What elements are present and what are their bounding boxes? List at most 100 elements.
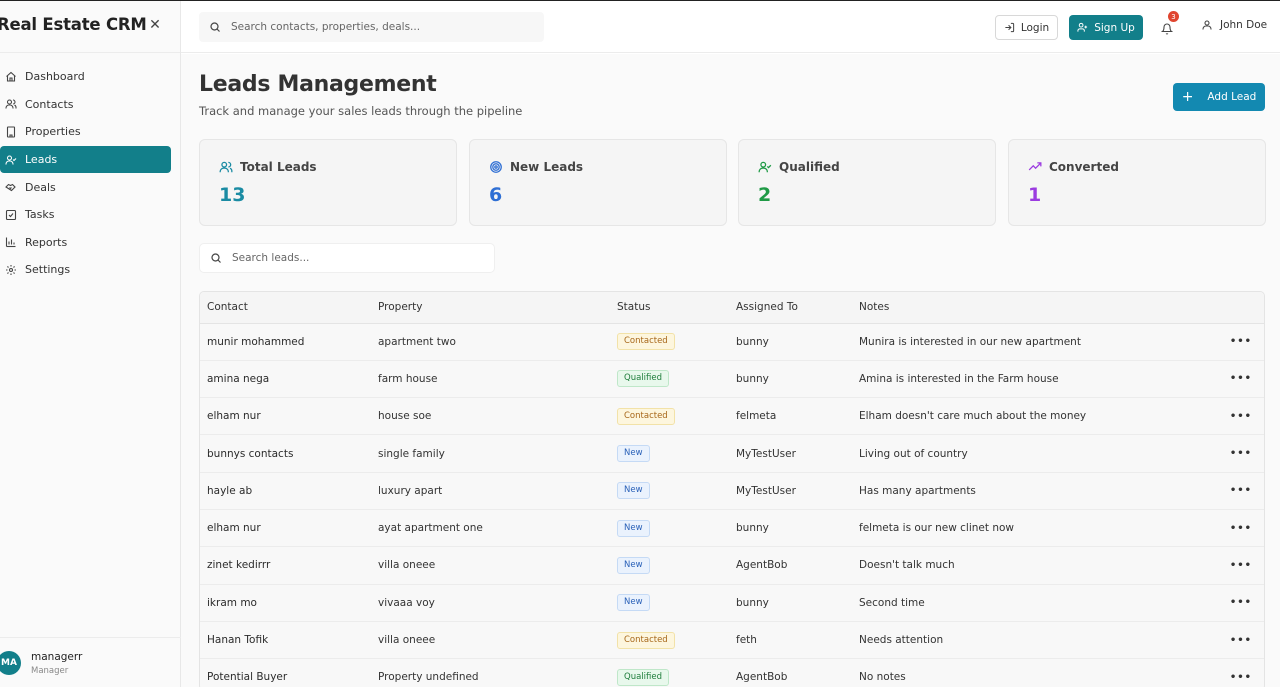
cell-contact: munir mohammed [200,323,371,361]
stat-card-new-leads: New Leads 6 [469,139,727,226]
building-icon [4,125,17,138]
cell-property: luxury apart [371,472,610,510]
bar-chart-icon [4,236,17,249]
search-icon [210,22,220,32]
cell-status: Contacted [610,397,729,436]
more-actions-icon[interactable]: ••• [1212,472,1264,510]
cell-notes: Elham doesn't care much about the money [852,397,1212,436]
status-badge: New [617,482,650,500]
cell-status: New [610,509,729,548]
cell-status: New [610,472,729,510]
stat-card-qualified: Qualified 2 [738,139,996,226]
cell-contact: amina nega [200,360,371,399]
stat-card-total-leads: Total Leads 13 [199,139,457,226]
stat-value: 13 [219,184,246,206]
more-actions-icon[interactable]: ••• [1212,584,1264,622]
column-header-assigned[interactable]: Assigned To [729,292,852,324]
sidebar-item-leads[interactable]: Leads [0,145,171,174]
login-icon [1005,22,1014,33]
signup-label: Sign Up [1094,21,1135,34]
table-row[interactable]: hayle ab luxury apart New MyTestUser Has man… [200,472,1264,510]
leads-table: Contact Property Status Assigned To Note… [199,291,1265,687]
cell-status: Qualified [610,658,729,687]
column-header-status[interactable]: Status [610,292,729,324]
cell-assigned: AgentBob [729,546,852,585]
sidebar-item-label: Settings [25,263,71,277]
cell-property: Property undefined [371,658,610,687]
login-button[interactable]: Login [995,15,1058,40]
checkbox-icon [4,208,17,221]
add-lead-button[interactable]: + Add Lead [1173,83,1265,111]
sidebar-item-dashboard[interactable]: Dashboard [0,63,171,91]
topbar: Login Sign Up 3 John Doe [0,0,1280,53]
sidebar-item-tasks[interactable]: Tasks [0,201,171,229]
more-actions-icon[interactable]: ••• [1212,323,1264,361]
table-row[interactable]: elham nur ayat apartment one New bunny felme… [200,509,1264,548]
cell-assigned: bunny [729,360,852,399]
table-row[interactable]: elham nur house soe Contacted felmeta Elham … [200,397,1264,436]
add-lead-label: Add Lead [1207,91,1257,103]
cell-contact: bunnys contacts [200,434,371,473]
cell-property: house soe [371,397,610,436]
close-icon[interactable]: ✕ [148,18,162,32]
gear-icon [4,263,17,276]
stat-value: 6 [489,184,503,206]
sidebar-item-settings[interactable]: Settings [0,256,171,284]
status-badge: New [617,519,650,537]
sidebar-item-label: Contacts [25,97,74,111]
column-header-actions [1212,292,1264,324]
sidebar-item-contacts[interactable]: Contacts [0,91,171,119]
sidebar-item-label: Deals [25,180,56,194]
more-actions-icon[interactable]: ••• [1212,360,1264,399]
cell-notes: Needs attention [852,621,1212,660]
sidebar-nav: Dashboard Contacts Properties Leads Deals Tas… [0,63,181,284]
cell-assigned: felmeta [729,397,852,436]
users-icon [4,98,17,111]
cell-notes: Second time [852,584,1212,622]
table-header-row: Contact Property Status Assigned To Note… [200,292,1264,324]
cell-contact: Hanan Tofik [200,621,371,660]
login-label: Login [1020,21,1050,34]
user-name: managerr [31,651,83,663]
sidebar-item-reports[interactable]: Reports [0,229,171,257]
status-badge: Contacted [617,407,675,425]
more-actions-icon[interactable]: ••• [1212,621,1264,660]
status-badge: New [617,594,650,612]
table-row[interactable]: bunnys contacts single family New MyTestUse… [200,434,1264,473]
more-actions-icon[interactable]: ••• [1212,509,1264,548]
user-menu[interactable]: John Doe [1201,19,1267,31]
sidebar-item-label: Tasks [25,208,55,222]
more-actions-icon[interactable]: ••• [1212,546,1264,585]
leads-search [199,243,495,273]
cell-contact: zinet kedirrr [200,546,371,585]
avatar: MA [0,651,21,675]
leads-search-input[interactable] [232,252,492,264]
global-search-input[interactable] [231,21,531,33]
column-header-property[interactable]: Property [371,292,610,324]
cell-assigned: MyTestUser [729,472,852,510]
notification-badge: 3 [1168,11,1179,22]
sidebar-item-deals[interactable]: Deals [0,173,171,201]
cell-contact: hayle ab [200,472,371,510]
user-menu-name: John Doe [1220,19,1268,31]
status-badge: New [617,445,650,463]
table-row[interactable]: Potential Buyer Property undefined Qualifi… [200,658,1264,687]
cell-notes: Living out of country [852,434,1212,473]
table-row[interactable]: Hanan Tofik villa oneee Contacted feth Needs… [200,621,1264,660]
table-row[interactable]: ikram mo vivaaa voy New bunny Second time ••• [200,584,1264,622]
cell-status: Contacted [610,323,729,361]
more-actions-icon[interactable]: ••• [1212,434,1264,473]
sidebar-item-properties[interactable]: Properties [0,118,171,146]
table-row[interactable]: zinet kedirrr villa oneee New AgentBob Doesn… [200,546,1264,585]
signup-button[interactable]: Sign Up [1069,15,1143,40]
table-row[interactable]: munir mohammed apartment two Contacted bunn… [200,323,1264,361]
cell-status: Qualified [610,360,729,399]
column-header-contact[interactable]: Contact [200,292,371,324]
more-actions-icon[interactable]: ••• [1212,658,1264,687]
cell-contact: elham nur [200,397,371,436]
column-header-notes[interactable]: Notes [852,292,1212,324]
table-row[interactable]: amina nega farm house Qualified bunny Amina … [200,360,1264,399]
notifications-button[interactable]: 3 [1160,11,1179,35]
sidebar-user[interactable]: MA managerr Manager [0,637,181,687]
more-actions-icon[interactable]: ••• [1212,397,1264,436]
